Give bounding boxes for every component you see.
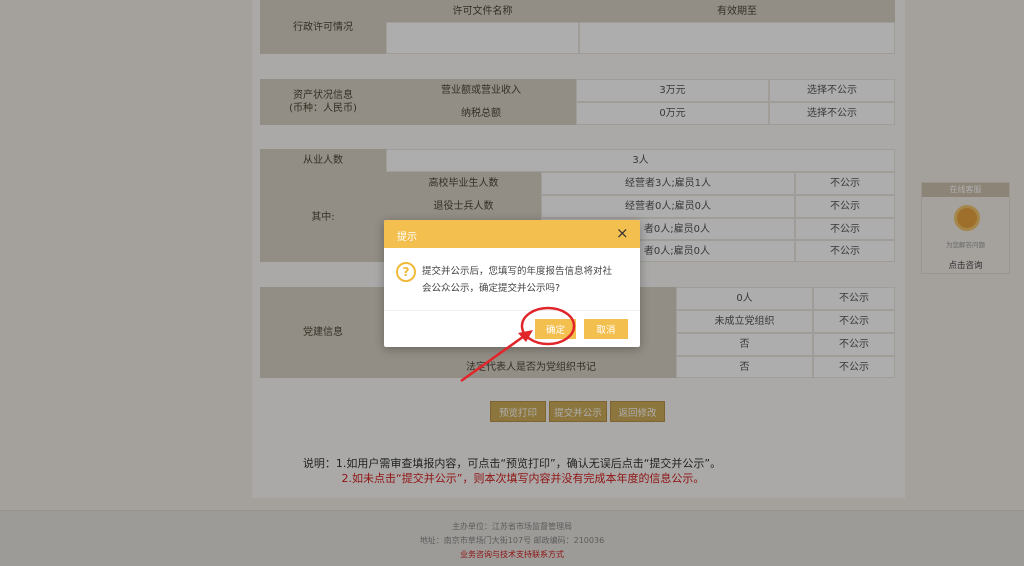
cancel-button[interactable]: 取消 bbox=[584, 319, 628, 339]
close-icon[interactable]: × bbox=[616, 225, 629, 241]
dialog-title: 提示 bbox=[397, 232, 417, 243]
dialog-message: 提交并公示后，您填写的年度报告信息将对社 会公众公示，确定提交并公示吗? bbox=[422, 263, 634, 297]
confirm-button[interactable]: 确定 bbox=[535, 319, 576, 339]
question-icon: ? bbox=[396, 262, 416, 282]
dialog-message-line: 会公众公示，确定提交并公示吗? bbox=[422, 283, 561, 294]
dialog-message-line: 提交并公示后，您填写的年度报告信息将对社 bbox=[422, 266, 613, 277]
dialog-divider bbox=[384, 310, 640, 311]
confirm-dialog: 提示 × ? 提交并公示后，您填写的年度报告信息将对社 会公众公示，确定提交并公… bbox=[384, 220, 640, 347]
dialog-header: 提示 × bbox=[384, 220, 640, 248]
